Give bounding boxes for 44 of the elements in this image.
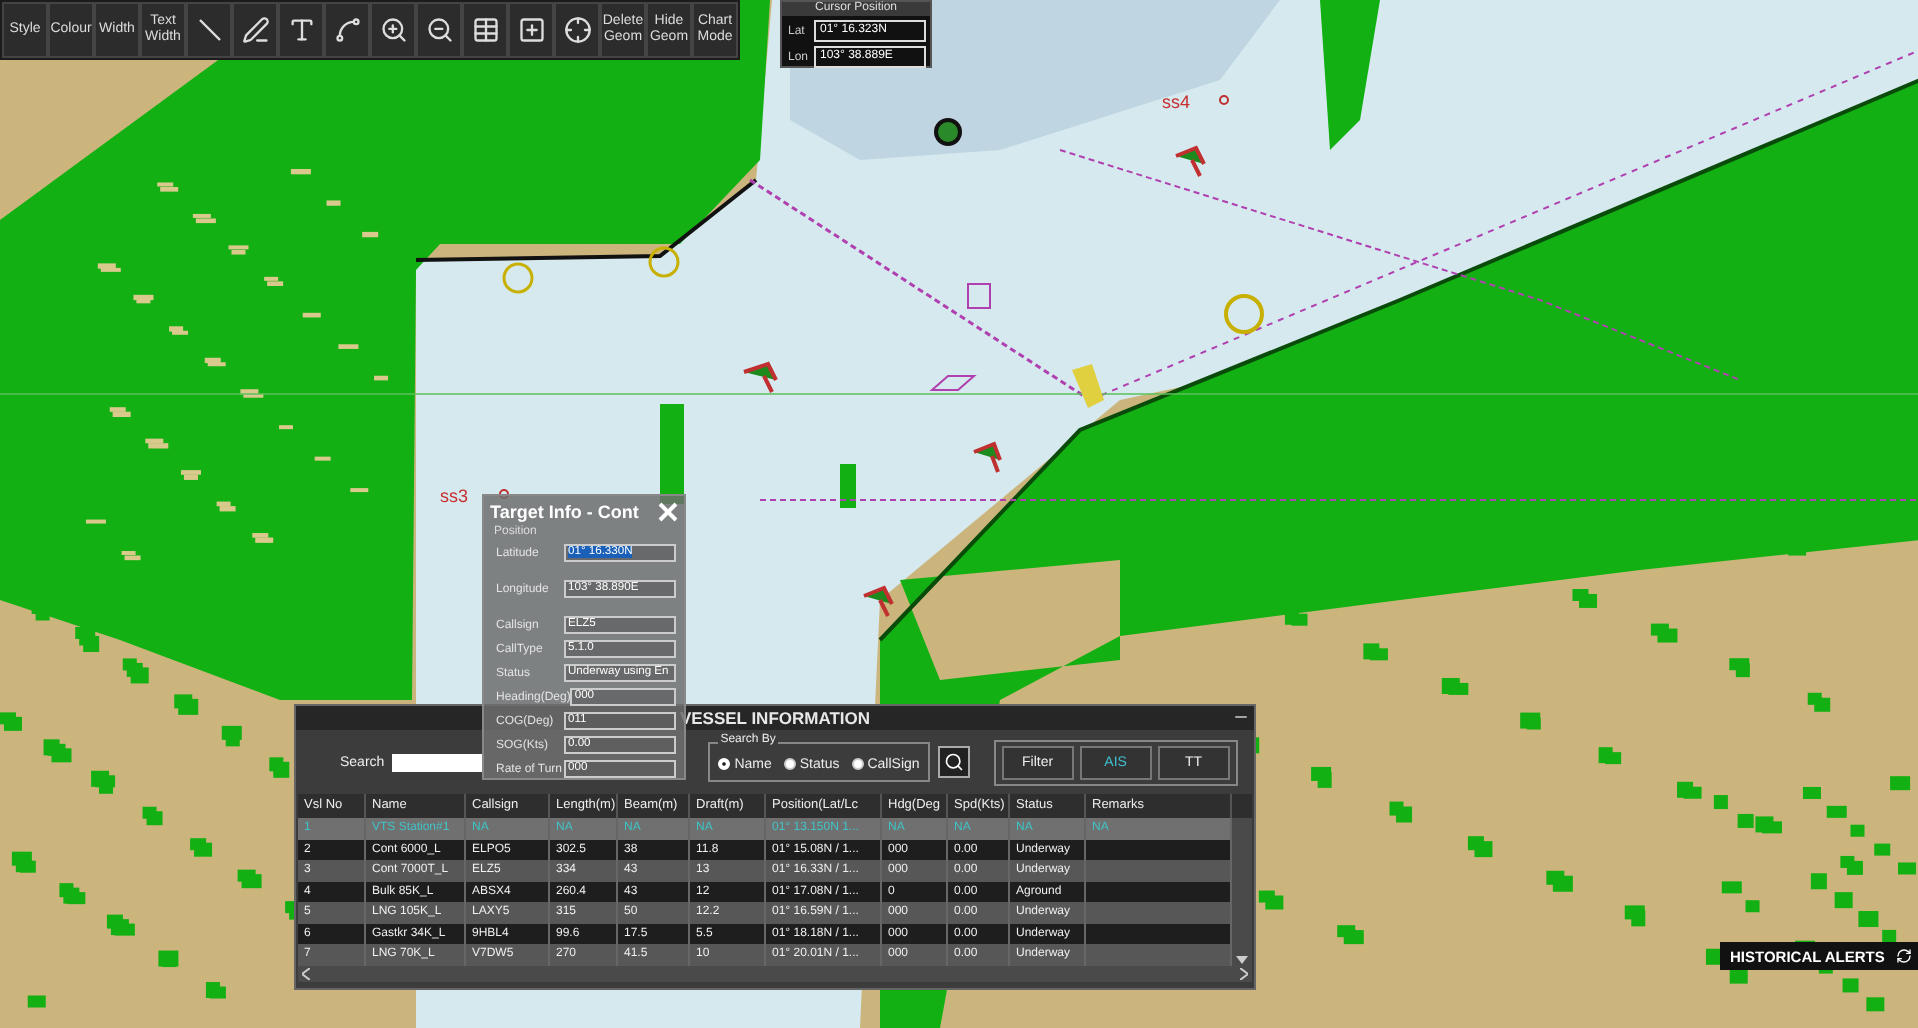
toolbar-button[interactable] <box>508 2 554 58</box>
zoom-out-icon <box>425 16 453 44</box>
search-field[interactable] <box>392 753 485 771</box>
light-ring-icon <box>502 262 534 294</box>
toolbar-button[interactable] <box>416 2 462 58</box>
close-button[interactable] <box>658 501 678 521</box>
buoy-icon <box>934 118 962 146</box>
crosshair-icon <box>563 16 591 44</box>
light-ring-icon <box>1224 294 1264 334</box>
diamond-marker-icon <box>929 375 977 391</box>
search-button[interactable] <box>937 746 970 778</box>
toolbar-button[interactable] <box>324 2 370 58</box>
light-ring-icon <box>648 246 680 278</box>
text-icon <box>287 16 315 44</box>
station-marker-icon <box>1219 95 1229 105</box>
panel-title: Target Info - Cont <box>490 501 639 521</box>
toolbar-button[interactable] <box>186 2 232 58</box>
scroll-left-icon <box>302 967 310 979</box>
toolbar-button[interactable] <box>370 2 416 58</box>
toolbar-button[interactable] <box>232 2 278 58</box>
vessel-icon <box>862 585 894 618</box>
beacon-icon <box>1072 364 1104 408</box>
vessel-icon <box>742 361 778 394</box>
close-icon <box>658 501 678 521</box>
square-plus-icon <box>517 16 545 44</box>
search-icon <box>943 752 964 772</box>
panel-title: VESSEL INFORMATION <box>679 708 871 728</box>
zoom-in-icon <box>379 16 407 44</box>
map-label: ss3 <box>440 486 469 506</box>
vessel-icon <box>1174 145 1206 178</box>
line-icon <box>195 16 223 44</box>
info-marker-icon <box>967 283 991 309</box>
land-patch <box>840 464 856 508</box>
refresh-icon <box>1896 948 1912 964</box>
vertical-scrollbar[interactable] <box>1232 818 1252 965</box>
toolbar-button[interactable] <box>278 2 324 58</box>
vessel-icon <box>972 441 1002 474</box>
scroll-right-icon <box>1240 967 1248 979</box>
toolbar-button[interactable] <box>554 2 600 58</box>
toolbar-button[interactable] <box>462 2 508 58</box>
pen-icon <box>241 16 269 44</box>
polyline-icon <box>333 16 361 44</box>
map-label: ss4 <box>1162 92 1191 112</box>
table-icon <box>471 16 499 44</box>
